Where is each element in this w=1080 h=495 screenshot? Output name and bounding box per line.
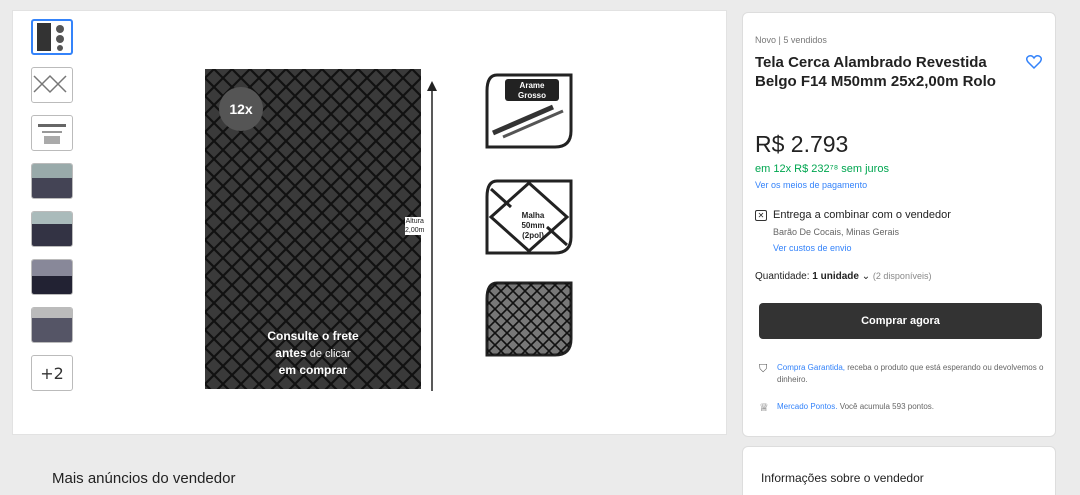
product-main-image[interactable]: 12x Consulte o frete antes de clicar em … <box>205 69 421 389</box>
feature-2-line-1: Malha <box>521 211 545 220</box>
points-text: Você acumula 593 pontos. <box>837 402 934 411</box>
thumbnail-7[interactable] <box>31 307 73 343</box>
cta-line-3: em comprar <box>278 363 348 377</box>
height-label-value: 2,00m <box>405 227 425 234</box>
installments-text: em 12x R$ 232⁷⁸ sem juros <box>755 163 889 175</box>
condition-sold-count: Novo | 5 vendidos <box>755 35 827 45</box>
buy-now-button[interactable]: Comprar agora <box>759 303 1042 339</box>
cta-line-1: Consulte o frete <box>267 329 359 343</box>
guarantee-link[interactable]: Compra Garantida, <box>777 363 845 372</box>
coating-photo-icon <box>485 281 573 357</box>
thumbnail-3[interactable] <box>31 115 73 151</box>
quantity-value[interactable]: 1 unidade <box>812 271 859 282</box>
thumbnail-more-button[interactable]: +2 <box>31 355 73 391</box>
quantity-available: (2 disponíveis) <box>872 271 932 281</box>
purchase-guarantee: Compra Garantida, receba o produto que e… <box>777 362 1047 386</box>
cta-line-2-bold: antes <box>275 346 307 360</box>
payment-methods-link[interactable]: Ver os meios de pagamento <box>755 180 867 190</box>
seller-location: Barão De Cocais, Minas Gerais <box>773 227 900 237</box>
feature-1-line-2: Grosso <box>517 91 546 100</box>
cta-line-2-rest: de clicar <box>306 348 351 360</box>
delivery-icon: ✕ <box>755 210 767 221</box>
height-label-title: Altura <box>405 218 424 225</box>
thumbnail-1[interactable] <box>31 19 73 55</box>
favorite-heart-icon[interactable] <box>1025 53 1043 71</box>
feature-2-line-3: (2pol) <box>522 231 544 240</box>
delivery-info: Entrega a combinar com o vendedor <box>773 209 951 221</box>
seller-info-card: Informações sobre o vendedor <box>742 446 1056 495</box>
feature-mesh-size: Malha 50mm (2pol) <box>483 177 575 257</box>
product-title: Tela Cerca Alambrado Revestida Belgo F14… <box>755 54 996 90</box>
height-label: Altura 2,00m <box>405 217 425 235</box>
quantity-selector[interactable]: Quantidade: 1 unidade ⌄ (2 disponíveis) <box>755 271 931 282</box>
product-gallery-card: +2 12x Consulte o frete antes de clicar … <box>12 10 727 435</box>
buy-box: Novo | 5 vendidos Tela Cerca Alambrado R… <box>742 12 1056 437</box>
mercado-points: Mercado Pontos. Você acumula 593 pontos. <box>777 402 934 411</box>
shipping-costs-link[interactable]: Ver custos de envio <box>773 243 852 253</box>
chevron-down-icon[interactable]: ⌄ <box>862 271 870 282</box>
more-ads-title: Mais anúncios do vendedor <box>52 470 236 487</box>
quantity-label: Quantidade: <box>755 271 810 282</box>
points-trophy-icon: ♕ <box>759 402 769 414</box>
feature-coating <box>483 279 575 359</box>
thumbnail-4[interactable] <box>31 163 73 199</box>
seller-info-title: Informações sobre o vendedor <box>761 471 924 485</box>
product-price: R$ 2.793 <box>755 131 849 157</box>
feature-thick-wire: Arame Grosso <box>483 71 575 151</box>
points-link[interactable]: Mercado Pontos. <box>777 402 837 411</box>
shield-check-icon: ⛉ <box>759 363 768 375</box>
thumbnail-5[interactable] <box>31 211 73 247</box>
thumbnail-6[interactable] <box>31 259 73 295</box>
image-cta-text: Consulte o frete antes de clicar em comp… <box>205 328 421 379</box>
installments-badge: 12x <box>219 87 263 131</box>
thumbnail-2[interactable] <box>31 67 73 103</box>
feature-1-line-1: Arame <box>519 81 545 90</box>
feature-2-line-2: 50mm <box>521 221 545 230</box>
height-arrow-icon <box>427 81 437 391</box>
